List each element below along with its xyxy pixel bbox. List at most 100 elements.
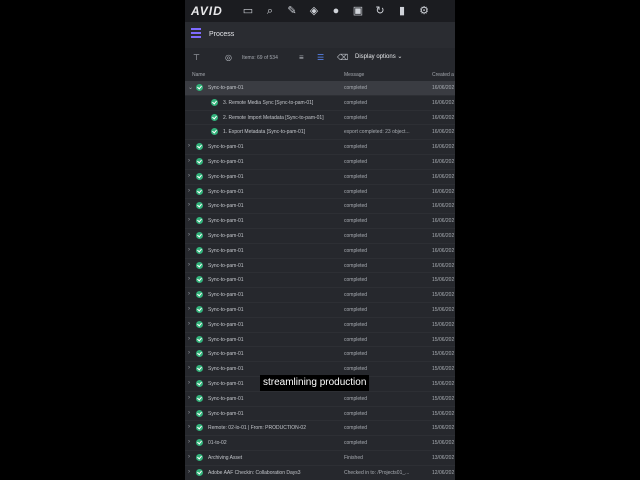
process-panel-icon[interactable]: [191, 28, 201, 38]
column-name[interactable]: Name: [192, 72, 205, 78]
dashboard-icon[interactable]: ▣: [351, 4, 365, 18]
table-row[interactable]: › Sync-to-pam-01 completed 15/06/202: [185, 273, 455, 289]
row-name: Adobe AAF Checkin: Collaboration Days3: [208, 469, 301, 476]
table-row[interactable]: › Sync-to-pam-01 completed 15/06/202: [185, 288, 455, 303]
table-row[interactable]: › Sync-to-pam-01 completed 15/06/202: [185, 392, 455, 407]
chevron-right-icon[interactable]: ›: [188, 188, 190, 194]
table-row[interactable]: › Sync-to-pam-01 completed 16/06/202: [185, 229, 455, 244]
chevron-right-icon[interactable]: ›: [188, 439, 190, 445]
chevron-right-icon[interactable]: ›: [188, 395, 190, 401]
row-name: 1. Export Metadata [Sync-to-pam-01]: [223, 129, 305, 136]
table-row[interactable]: 2. Remote Import Metadata [Sync-to-pam-0…: [185, 111, 455, 126]
status-completed-icon: [196, 217, 203, 225]
display-options-dropdown[interactable]: Display options ⌄: [355, 53, 402, 60]
column-message[interactable]: Message: [344, 72, 364, 78]
bookmark-icon[interactable]: ▮: [395, 4, 409, 18]
column-created[interactable]: Created a: [432, 72, 454, 78]
table-row[interactable]: › Sync-to-pam-01 completed 15/06/202: [185, 303, 455, 318]
chevron-right-icon[interactable]: ›: [188, 217, 190, 223]
layers-icon[interactable]: ◈: [307, 4, 321, 18]
chevron-right-icon[interactable]: ›: [188, 247, 190, 253]
table-row[interactable]: › Sync-to-pam-01 completed 16/06/202: [185, 155, 455, 170]
status-completed-icon: [196, 468, 203, 476]
chevron-right-icon[interactable]: ›: [188, 306, 190, 312]
table-row[interactable]: › Sync-to-pam-01 completed 16/06/202: [185, 259, 455, 274]
table-row[interactable]: › Sync-to-pam-01 completed 16/06/202: [185, 140, 455, 155]
chevron-right-icon[interactable]: ›: [188, 158, 190, 164]
target-icon[interactable]: ◎: [225, 53, 232, 62]
status-completed-icon: [196, 365, 203, 373]
row-created-date: 15/06/202: [432, 380, 455, 387]
settings-icon[interactable]: ⚙: [417, 4, 431, 18]
status-completed-icon: [211, 98, 218, 106]
status-completed-icon: [196, 439, 203, 447]
chevron-right-icon[interactable]: ›: [188, 276, 190, 282]
process-table-body: ⌄ Sync-to-pam-01 completed 16/06/202 3. Remo…: [185, 81, 455, 480]
chevron-right-icon[interactable]: ›: [188, 350, 190, 356]
row-name: Sync-to-pam-01: [208, 218, 244, 225]
chevron-right-icon[interactable]: ›: [188, 365, 190, 371]
table-row[interactable]: › Sync-to-pam-01 completed 16/06/202: [185, 214, 455, 229]
search-icon[interactable]: ⌕: [263, 4, 277, 18]
table-row[interactable]: 1. Export Metadata [Sync-to-pam-01] expor…: [185, 125, 455, 141]
table-row[interactable]: › Sync-to-pam-01 completed 15/06/202: [185, 318, 455, 333]
table-row[interactable]: › Sync-to-pam-01 completed 15/06/202: [185, 407, 455, 422]
delete-icon[interactable]: ⌫: [337, 53, 348, 62]
chevron-right-icon[interactable]: ›: [188, 380, 190, 386]
table-row[interactable]: › Sync-to-pam-01 completed 16/06/202: [185, 199, 455, 215]
chevron-right-icon[interactable]: ›: [188, 202, 190, 208]
row-created-date: 16/06/202: [432, 173, 455, 180]
table-row[interactable]: › Remote: 02-lo-01 | From: PRODUCTION-02 c…: [185, 421, 455, 437]
row-created-date: 12/06/202: [432, 469, 455, 476]
row-created-date: 16/06/202: [432, 158, 455, 165]
table-row[interactable]: › Sync-to-pam-01 completed 16/06/202: [185, 244, 455, 259]
table-row[interactable]: › 01-to-02 completed 15/06/202: [185, 436, 455, 451]
table-row[interactable]: › Sync-to-pam-01 completed 15/06/202: [185, 333, 455, 348]
chevron-right-icon[interactable]: ›: [188, 336, 190, 342]
row-created-date: 16/06/202: [432, 262, 455, 269]
chevron-right-icon[interactable]: ›: [188, 454, 190, 460]
status-completed-icon: [196, 261, 203, 269]
chevron-right-icon[interactable]: ›: [188, 291, 190, 297]
row-message: completed: [344, 158, 368, 165]
table-row[interactable]: › Adobe AAF Checkin: Collaboration Days3 C…: [185, 466, 455, 480]
refresh-icon[interactable]: ↻: [373, 4, 387, 18]
row-created-date: 16/06/202: [432, 114, 455, 121]
table-row[interactable]: › Archiving Asset Finished 13/06/202: [185, 451, 455, 466]
row-created-date: 15/06/202: [432, 366, 455, 373]
chevron-right-icon[interactable]: ›: [188, 410, 190, 416]
folder-icon[interactable]: ▭: [241, 4, 255, 18]
filter-icon[interactable]: ⊤: [193, 53, 200, 62]
list-view-icon[interactable]: ≡: [299, 53, 304, 62]
chevron-right-icon[interactable]: ›: [188, 143, 190, 149]
table-row[interactable]: 3. Remote Media Sync [Sync-to-pam-01] com…: [185, 96, 455, 111]
chevron-down-icon: ⌄: [397, 54, 403, 60]
status-completed-icon: [211, 113, 218, 121]
chevron-right-icon[interactable]: ›: [188, 469, 190, 475]
sort-icon[interactable]: ☰: [317, 53, 324, 62]
status-completed-icon: [196, 143, 203, 151]
row-created-date: 13/06/202: [432, 454, 455, 461]
chevron-right-icon[interactable]: ›: [188, 321, 190, 327]
chevron-right-icon[interactable]: ›: [188, 424, 190, 430]
table-row[interactable]: › Sync-to-pam-01 completed 16/06/202: [185, 170, 455, 185]
row-name: Sync-to-pam-01: [208, 321, 244, 328]
chevron-right-icon[interactable]: ›: [188, 173, 190, 179]
row-created-date: 16/06/202: [432, 232, 455, 239]
status-completed-icon: [196, 231, 203, 239]
row-message: completed: [344, 425, 368, 432]
row-name: Sync-to-pam-01: [208, 188, 244, 195]
panel-title: Process: [209, 31, 235, 38]
edit-icon[interactable]: ✎: [285, 4, 299, 18]
table-row[interactable]: › Sync-to-pam-01 completed 16/06/202: [185, 185, 455, 200]
chevron-right-icon[interactable]: ›: [188, 232, 190, 238]
table-row[interactable]: ⌄ Sync-to-pam-01 completed 16/06/202: [185, 81, 455, 96]
row-created-date: 15/06/202: [432, 425, 455, 432]
chevron-down-icon[interactable]: ⌄: [188, 84, 193, 91]
table-row[interactable]: › Sync-to-pam-01 completed 15/06/202: [185, 347, 455, 363]
row-created-date: 16/06/202: [432, 188, 455, 195]
chevron-right-icon[interactable]: ›: [188, 262, 190, 268]
row-name: Sync-to-pam-01: [208, 144, 244, 151]
user-icon[interactable]: ●: [329, 4, 343, 18]
row-name: Sync-to-pam-01: [208, 232, 244, 239]
